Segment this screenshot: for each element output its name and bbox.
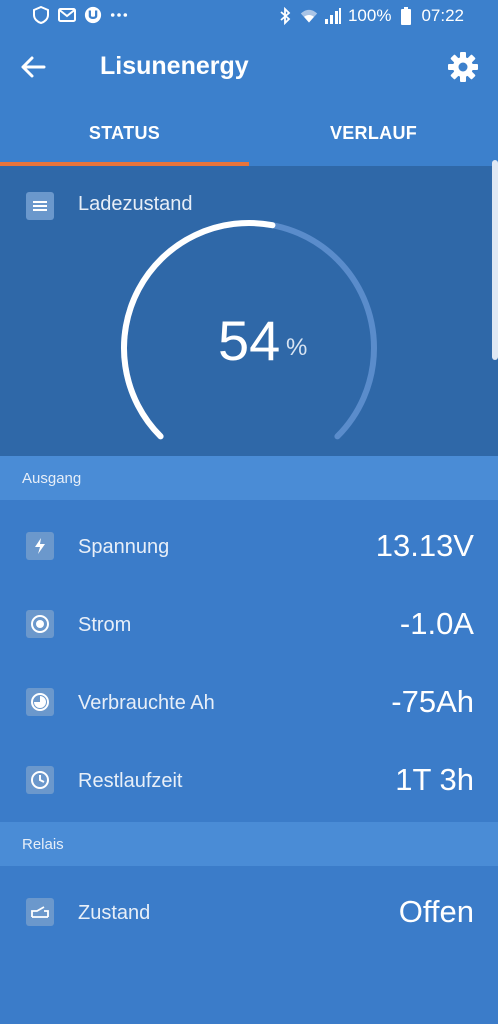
current-icon (26, 610, 54, 638)
row-relay-state: Zustand Offen (0, 874, 498, 952)
row-label: Verbrauchte Ah (78, 692, 215, 714)
wifi-icon (300, 7, 318, 25)
relay-icon (26, 898, 54, 926)
battery-percent: 100% (347, 6, 392, 25)
row-value: -75Ah (391, 684, 474, 719)
arrow-left-icon (21, 56, 46, 78)
tab-bar: STATUS VERLAUF (0, 100, 498, 166)
gear-icon (448, 52, 478, 82)
clock-icon (26, 766, 54, 794)
tab-verlauf[interactable]: VERLAUF (249, 100, 498, 166)
section-header-relay: Relais (0, 822, 498, 866)
status-left-icons (32, 6, 128, 24)
row-value: -1.0A (399, 606, 474, 641)
row-label: Spannung (78, 536, 170, 558)
soc-unit: % (286, 334, 308, 361)
row-value: Offen (398, 894, 474, 929)
status-bar: 100% 07:22 (0, 0, 498, 34)
mail-icon (58, 6, 76, 24)
app-bar: Lisunenergy (0, 34, 498, 100)
row-consumed-ah: Verbrauchte Ah -75Ah (0, 664, 498, 742)
row-label: Zustand (78, 902, 151, 924)
row-label: Restlaufzeit (78, 770, 183, 792)
bluetooth-icon (276, 7, 294, 25)
row-label: Strom (78, 614, 132, 636)
shield-icon (32, 6, 50, 24)
signal-icon (324, 7, 342, 25)
settings-button[interactable] (446, 50, 480, 84)
section-title-output: Ausgang (22, 470, 82, 487)
u-app-icon (84, 6, 102, 24)
row-value: 1T 3h (395, 762, 474, 797)
section-header-output: Ausgang (0, 456, 498, 500)
scrollbar[interactable] (492, 160, 498, 360)
state-of-charge-card: Ladezustand 54 % (0, 166, 498, 456)
section-title-relay: Relais (22, 836, 64, 853)
row-time-remaining: Restlaufzeit 1T 3h (0, 742, 498, 820)
row-current: Strom -1.0A (0, 586, 498, 664)
row-value: 13.13V (375, 528, 474, 563)
lightning-icon (26, 532, 54, 560)
clock-time: 07:22 (421, 6, 464, 25)
consumed-icon (26, 688, 54, 716)
more-icon (110, 6, 128, 24)
battery-icon (397, 7, 415, 25)
row-voltage: Spannung 13.13V (0, 508, 498, 586)
back-button[interactable] (18, 52, 48, 82)
soc-value: 54 (218, 309, 281, 372)
tab-status[interactable]: STATUS (0, 100, 249, 166)
status-right: 100% 07:22 (276, 6, 464, 26)
page-title: Lisunenergy (100, 52, 249, 80)
